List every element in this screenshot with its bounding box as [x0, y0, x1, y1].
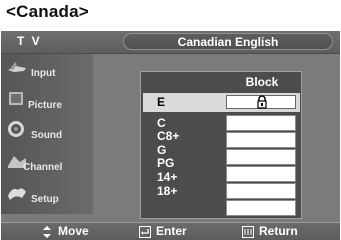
sidebar-menu: Input Picture Sound Channel Setup: [1, 54, 93, 214]
rating-label[interactable]: C8+: [157, 129, 179, 143]
ratings-list: [143, 115, 225, 217]
setup-icon: [8, 188, 26, 200]
picture-icon: [9, 92, 23, 105]
sidebar-item-label: Sound: [31, 130, 63, 141]
sidebar-item-setup[interactable]: Setup: [1, 182, 93, 212]
selected-rating-label: E: [157, 95, 166, 109]
sidebar-item-label: Picture: [28, 100, 62, 111]
enter-hint: Enter: [156, 224, 187, 238]
rating-label[interactable]: 14+: [157, 170, 177, 184]
rating-label[interactable]: C: [157, 116, 166, 130]
sidebar-item-label: Channel: [23, 162, 63, 173]
title-bar: T V Canadian English: [1, 31, 340, 54]
rating-label[interactable]: G: [157, 143, 166, 157]
lock-icon: [257, 95, 267, 109]
sidebar-item-sound[interactable]: Sound: [1, 118, 93, 148]
sidebar-item-input[interactable]: Input: [1, 56, 93, 86]
rating-label[interactable]: PG: [157, 156, 174, 170]
return-hint: Return: [259, 224, 298, 238]
sound-icon: [8, 121, 24, 137]
block-cell[interactable]: [226, 132, 296, 148]
block-column-header: Block: [245, 75, 279, 89]
menu-title: Canadian English: [177, 35, 279, 49]
return-icon: [242, 226, 254, 238]
tv-mode-label: T V: [17, 34, 42, 48]
rating-label[interactable]: 18+: [157, 184, 177, 198]
block-cell[interactable]: [226, 200, 296, 216]
block-cell[interactable]: [226, 166, 296, 182]
move-arrows-icon: [43, 226, 51, 238]
sidebar-item-label: Setup: [31, 194, 59, 205]
page-heading: <Canada>: [6, 2, 89, 21]
input-icon: [8, 62, 26, 72]
tv-osd-screen: T V Canadian English Input Picture Sound…: [1, 31, 340, 240]
enter-icon: [139, 226, 151, 238]
sidebar-item-label: Input: [31, 68, 56, 79]
block-cell[interactable]: [226, 115, 296, 131]
navigation-hint-bar: Move Enter Return: [1, 222, 340, 240]
sidebar-item-channel[interactable]: Channel: [1, 150, 93, 180]
block-cell[interactable]: [226, 149, 296, 165]
sidebar-item-picture[interactable]: Picture: [1, 88, 93, 118]
move-hint: Move: [58, 224, 89, 238]
block-cell[interactable]: [226, 183, 296, 199]
